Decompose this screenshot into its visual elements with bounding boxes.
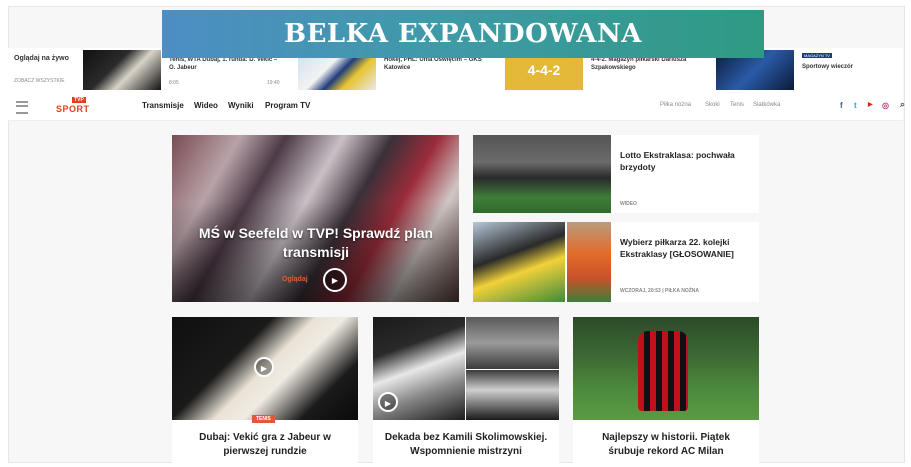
article-image-skolimowska-3 (466, 370, 559, 420)
site-logo[interactable]: TVP SPORT (56, 97, 102, 115)
side-title[interactable]: Lotto Ekstraklasa: pochwała brzydoty (620, 149, 750, 173)
hero-title[interactable]: MŚ w Seefeld w TVP! Sprawdź plan transmi… (182, 224, 450, 262)
play-icon[interactable]: ▶ (378, 392, 398, 412)
side-image-football (473, 135, 611, 213)
logo-sport: SPORT (56, 104, 90, 114)
ticker-text: Hokej, PHL: Unia Oświęcim – GKS Katowice (384, 57, 482, 71)
category-tag[interactable]: TENIS (252, 415, 275, 423)
live-label-box[interactable]: Oglądaj na żywo ZOBACZ WSZYSTKIE (14, 48, 84, 92)
article-image-skolimowska-2 (466, 317, 559, 369)
nav-item-program-tv[interactable]: Program TV (265, 101, 310, 110)
nav-right-tenis[interactable]: Tenis (730, 102, 744, 108)
side-card[interactable]: Wybierz piłkarza 22. kolejki Ekstraklasy… (473, 222, 759, 302)
side-title[interactable]: Wybierz piłkarza 22. kolejki Ekstraklasy… (620, 236, 754, 260)
play-icon[interactable]: ▶ (323, 268, 347, 292)
ticker-thumb-tennis (83, 50, 161, 90)
nav-right-pilka[interactable]: Piłka nożna (660, 102, 691, 108)
hero-card[interactable] (172, 135, 459, 302)
play-icon[interactable]: ▶ (254, 357, 274, 377)
youtube-icon[interactable]: ▶ (868, 101, 873, 108)
side-image-player-2 (567, 222, 611, 302)
instagram-icon[interactable]: ◎ (882, 101, 889, 110)
live-label: Oglądaj na żywo (14, 55, 69, 62)
article-card[interactable]: Dekada bez Kamili Skolimowskiej. Wspomni… (373, 317, 559, 467)
article-card[interactable]: TENIS Dubaj: Vekić gra z Jabeur w pierws… (172, 317, 358, 467)
expanded-banner[interactable]: BELKA EXPANDOWANA (162, 10, 764, 58)
ticker-time: 8:05 (169, 80, 179, 86)
side-meta: WCZORAJ, 20:53 | PIŁKA NOŻNA (620, 288, 699, 294)
article-title[interactable]: Najlepszy w historii. Piątek śrubuje rek… (583, 431, 749, 459)
nav-item-transmisje[interactable]: Transmisje (142, 101, 184, 110)
article-title[interactable]: Dekada bez Kamili Skolimowskiej. Wspomni… (383, 431, 549, 459)
live-sub-link[interactable]: ZOBACZ WSZYSTKIE (14, 78, 65, 84)
side-meta: WIDEO (620, 201, 637, 207)
hero-watch-label[interactable]: Oglądaj (282, 276, 308, 283)
article-card[interactable]: Najlepszy w historii. Piątek śrubuje rek… (573, 317, 759, 467)
nav-item-wyniki[interactable]: Wyniki (228, 101, 254, 110)
menu-icon[interactable] (16, 101, 28, 114)
search-icon[interactable]: ⌕ (900, 99, 905, 110)
article-title[interactable]: Dubaj: Vekić gra z Jabeur w pierwszej ru… (182, 431, 348, 459)
twitter-icon[interactable]: t (854, 101, 857, 110)
ticker-badge: MAGAZYN TV (802, 53, 832, 58)
nav-item-wideo[interactable]: Wideo (194, 101, 218, 110)
nav-right-siatkowka[interactable]: Siatkówka (753, 102, 780, 108)
side-card[interactable]: Lotto Ekstraklasa: pochwała brzydoty WID… (473, 135, 759, 213)
hero-image (172, 135, 459, 302)
facebook-icon[interactable]: f (840, 101, 843, 110)
nav-right-skoki[interactable]: Skoki (705, 102, 720, 108)
main-nav: TVP SPORT Transmisje Wideo Wyniki Progra… (8, 92, 905, 121)
ticker-text: Sportowy wieczór (802, 64, 854, 70)
ticker-time-end: 19:40 (267, 80, 280, 86)
side-image-player-1 (473, 222, 565, 302)
ticker-text: 4-4-2. Magazyn piłkarski Dariusza Szpako… (591, 57, 687, 71)
player-figure (638, 331, 688, 411)
logo-tvp: TVP (72, 97, 86, 103)
ticker-text: Tenis, WTA Dubaj, 1. runda: D. Vekić – O… (169, 57, 278, 71)
